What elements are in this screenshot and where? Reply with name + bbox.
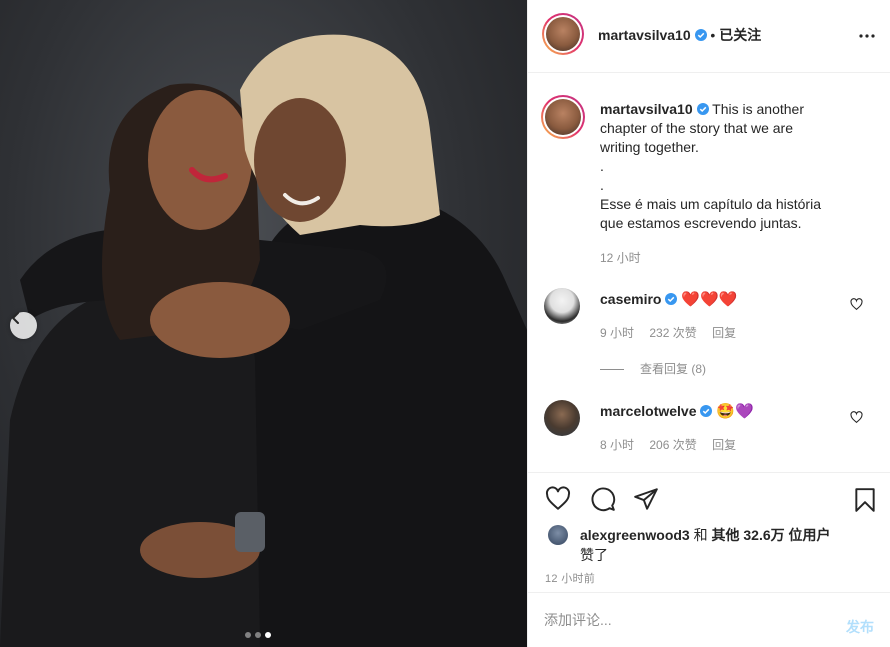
commenter-avatar[interactable] bbox=[544, 288, 580, 324]
comment-body: marcelotwelve 🤩💜 bbox=[600, 402, 754, 420]
comment-meta: 9 小时 232 次赞 回复 bbox=[600, 324, 748, 341]
carousel-dot bbox=[245, 632, 251, 638]
comment-like-button[interactable] bbox=[850, 411, 863, 429]
carousel-dots bbox=[245, 632, 271, 638]
likes-others[interactable]: 其他 32.6万 位用户 bbox=[711, 527, 830, 543]
likes-and: 和 bbox=[693, 527, 708, 543]
post-photo[interactable] bbox=[0, 0, 527, 647]
heart-icon bbox=[545, 486, 571, 510]
verified-icon bbox=[700, 405, 713, 417]
post-comment-button[interactable]: 发布 bbox=[846, 617, 874, 637]
carousel-dot-active bbox=[265, 632, 271, 638]
header-separator: • bbox=[710, 27, 716, 43]
author-avatar[interactable] bbox=[542, 13, 584, 55]
verified-icon bbox=[694, 29, 707, 41]
verified-icon bbox=[696, 103, 709, 115]
like-button[interactable] bbox=[544, 486, 572, 517]
save-button[interactable] bbox=[852, 486, 878, 519]
header-user: martavsilva10 • 已关注 bbox=[598, 25, 761, 45]
liker-avatar[interactable] bbox=[548, 525, 568, 545]
liker-username[interactable]: alexgreenwood3 bbox=[580, 527, 690, 543]
post-header: martavsilva10 • 已关注 bbox=[528, 0, 890, 73]
caption-author-avatar[interactable] bbox=[541, 95, 585, 139]
comment-icon bbox=[591, 487, 616, 512]
post-timestamp[interactable]: 12 小时前 bbox=[545, 570, 595, 586]
view-replies-button[interactable]: 查看回复 (8) bbox=[600, 360, 706, 377]
likes-summary: alexgreenwood3 和 其他 32.6万 位用户 赞了 bbox=[580, 525, 880, 565]
comment-reply-button[interactable]: 回复 bbox=[712, 326, 736, 340]
heart-icon bbox=[850, 298, 863, 311]
caption-time: 12 小时 bbox=[600, 251, 641, 265]
replies-divider bbox=[600, 369, 624, 371]
bookmark-icon bbox=[855, 488, 875, 512]
caption-line: This is another bbox=[712, 101, 804, 117]
commenter-avatar[interactable] bbox=[544, 400, 580, 436]
caption-line: chapter of the story that we are bbox=[600, 120, 793, 136]
more-options-button[interactable] bbox=[858, 27, 876, 50]
post-side-panel: martavsilva10 • 已关注 martavsilva10 This i… bbox=[527, 0, 890, 647]
author-username[interactable]: martavsilva10 bbox=[598, 27, 691, 43]
caption-line: writing together. bbox=[600, 139, 699, 155]
commenter-username[interactable]: casemiro bbox=[600, 291, 661, 307]
post-actions: alexgreenwood3 和 其他 32.6万 位用户 赞了 12 小时前 bbox=[528, 472, 890, 592]
verified-icon bbox=[665, 293, 678, 305]
comment-button[interactable] bbox=[589, 486, 617, 517]
comment-reply-button[interactable]: 回复 bbox=[712, 438, 736, 452]
share-button[interactable] bbox=[632, 486, 660, 517]
likes-suffix: 赞了 bbox=[580, 547, 608, 563]
view-replies-label: 查看回复 (8) bbox=[640, 362, 707, 376]
heart-icon bbox=[850, 411, 863, 424]
carousel-dot bbox=[255, 632, 261, 638]
comment-likes[interactable]: 232 次赞 bbox=[649, 326, 696, 340]
commenter-username[interactable]: marcelotwelve bbox=[600, 403, 697, 419]
post-caption: martavsilva10 This is another chapter of… bbox=[600, 100, 850, 233]
caption-line: que estamos escrevendo juntas. bbox=[600, 215, 802, 231]
comment-time[interactable]: 9 小时 bbox=[600, 326, 634, 340]
add-comment-bar: 发布 bbox=[528, 592, 890, 647]
photo-illustration bbox=[0, 34, 527, 647]
comment-text: 🤩💜 bbox=[716, 403, 754, 420]
caption-username[interactable]: martavsilva10 bbox=[600, 101, 693, 117]
comment-time[interactable]: 8 小时 bbox=[600, 438, 634, 452]
caption-line: . bbox=[600, 158, 604, 174]
caption-line: . bbox=[600, 177, 604, 193]
more-icon bbox=[859, 34, 875, 38]
carousel-prev-button[interactable] bbox=[10, 312, 37, 339]
share-icon bbox=[634, 488, 658, 510]
comment-body: casemiro ❤️❤️❤️ bbox=[600, 290, 737, 308]
comment-input[interactable] bbox=[544, 609, 824, 631]
chevron-left-icon bbox=[12, 312, 19, 324]
comment-meta: 8 小时 206 次赞 回复 bbox=[600, 436, 748, 453]
caption-line: Esse é mais um capítulo da história bbox=[600, 196, 821, 212]
comment-text: ❤️❤️❤️ bbox=[681, 291, 738, 308]
comment-like-button[interactable] bbox=[850, 298, 863, 316]
comment-likes[interactable]: 206 次赞 bbox=[649, 438, 696, 452]
follow-state-button[interactable]: 已关注 bbox=[719, 27, 761, 43]
